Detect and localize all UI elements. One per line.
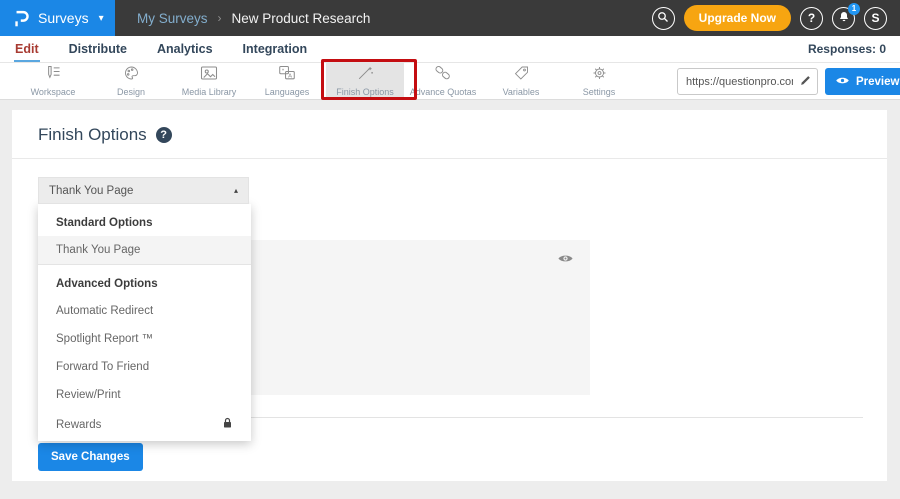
toolbar-item-advance-quotas[interactable]: Advance Quotas [404,63,482,99]
toolbar-item-finish-options[interactable]: Finish Options [326,63,404,99]
user-avatar[interactable]: S [864,7,887,30]
edit-toolbar: Workspace Design Media Library *A Langua… [0,63,900,100]
finish-option-select[interactable]: Thank You Page ▴ [38,177,249,204]
toolbar-item-workspace[interactable]: Workspace [14,63,92,99]
questionpro-logo-icon [13,9,30,28]
header-actions: Upgrade Now ? 1 S [652,0,900,36]
panel-title-row: Finish Options ? [12,110,887,159]
top-header: Surveys ▾ My Surveys › New Product Resea… [0,0,900,36]
question-mark-icon: ? [808,11,815,25]
palette-icon [123,65,140,86]
finish-option-dropdown-menu: Standard Options Thank You Page Advanced… [38,204,251,441]
image-icon [200,65,218,86]
survey-url-field-wrap [677,68,818,95]
toolbar-item-design[interactable]: Design [92,63,170,99]
breadcrumb-current-survey: New Product Research [232,11,371,26]
menu-item-forward-to-friend[interactable]: Forward To Friend [38,353,251,381]
toolbar-item-variables[interactable]: Variables [482,63,560,99]
eye-icon [835,75,850,89]
gear-icon [591,65,608,86]
survey-url-input[interactable] [677,68,818,95]
product-label: Surveys [38,10,89,26]
menu-section-advanced: Advanced Options [38,265,251,297]
search-button[interactable] [652,7,675,30]
page-title: Finish Options [38,125,147,145]
avatar-initial: S [871,11,879,25]
tag-icon [513,65,530,86]
menu-item-review-print[interactable]: Review/Print [38,381,251,409]
chevron-down-icon: ▾ [99,13,104,24]
upgrade-now-button[interactable]: Upgrade Now [684,5,791,31]
finish-options-panel: Finish Options ? Thank You Page ▴ Standa… [12,110,887,481]
notification-count-badge: 1 [848,3,860,15]
breadcrumb-separator: › [218,11,222,25]
tab-analytics[interactable]: Analytics [156,42,214,62]
help-button[interactable]: ? [800,7,823,30]
notifications-button[interactable]: 1 [832,7,855,30]
toolbar-item-media-library[interactable]: Media Library [170,63,248,99]
selected-option-label: Thank You Page [49,185,133,197]
tab-distribute[interactable]: Distribute [68,42,128,62]
menu-item-thank-you-page[interactable]: Thank You Page [38,236,251,264]
save-changes-button[interactable]: Save Changes [38,443,143,471]
surveys-product-menu[interactable]: Surveys ▾ [0,0,115,36]
breadcrumb-my-surveys[interactable]: My Surveys [137,11,208,26]
bell-icon [838,10,850,26]
responses-count: Responses: 0 [808,42,886,62]
preview-button[interactable]: Preview [825,68,900,95]
breadcrumb: My Surveys › New Product Research [137,0,370,36]
menu-item-automatic-redirect[interactable]: Automatic Redirect [38,297,251,325]
edit-pencil-icon[interactable] [799,74,812,92]
preview-eye-icon[interactable] [557,252,574,270]
survey-tab-bar: Edit Distribute Analytics Integration Re… [0,36,900,63]
page-content: Finish Options ? Thank You Page ▴ Standa… [0,100,900,481]
search-icon [657,11,669,26]
menu-section-standard: Standard Options [38,204,251,236]
menu-item-spotlight-report[interactable]: Spotlight Report ™ [38,325,251,353]
tab-edit[interactable]: Edit [14,42,40,62]
chevron-up-icon: ▴ [234,186,238,195]
chain-link-icon [434,65,452,86]
toolbar-item-settings[interactable]: Settings [560,63,638,99]
translate-icon: *A [278,65,296,86]
menu-item-rewards[interactable]: Rewards [38,409,251,440]
workspace-icon [44,65,62,86]
svg-text:A: A [288,73,292,79]
toolbar-item-languages[interactable]: *A Languages [248,63,326,99]
help-icon[interactable]: ? [156,127,172,143]
magic-wand-icon [356,65,374,86]
tab-integration[interactable]: Integration [242,42,309,62]
lock-icon [222,417,233,432]
